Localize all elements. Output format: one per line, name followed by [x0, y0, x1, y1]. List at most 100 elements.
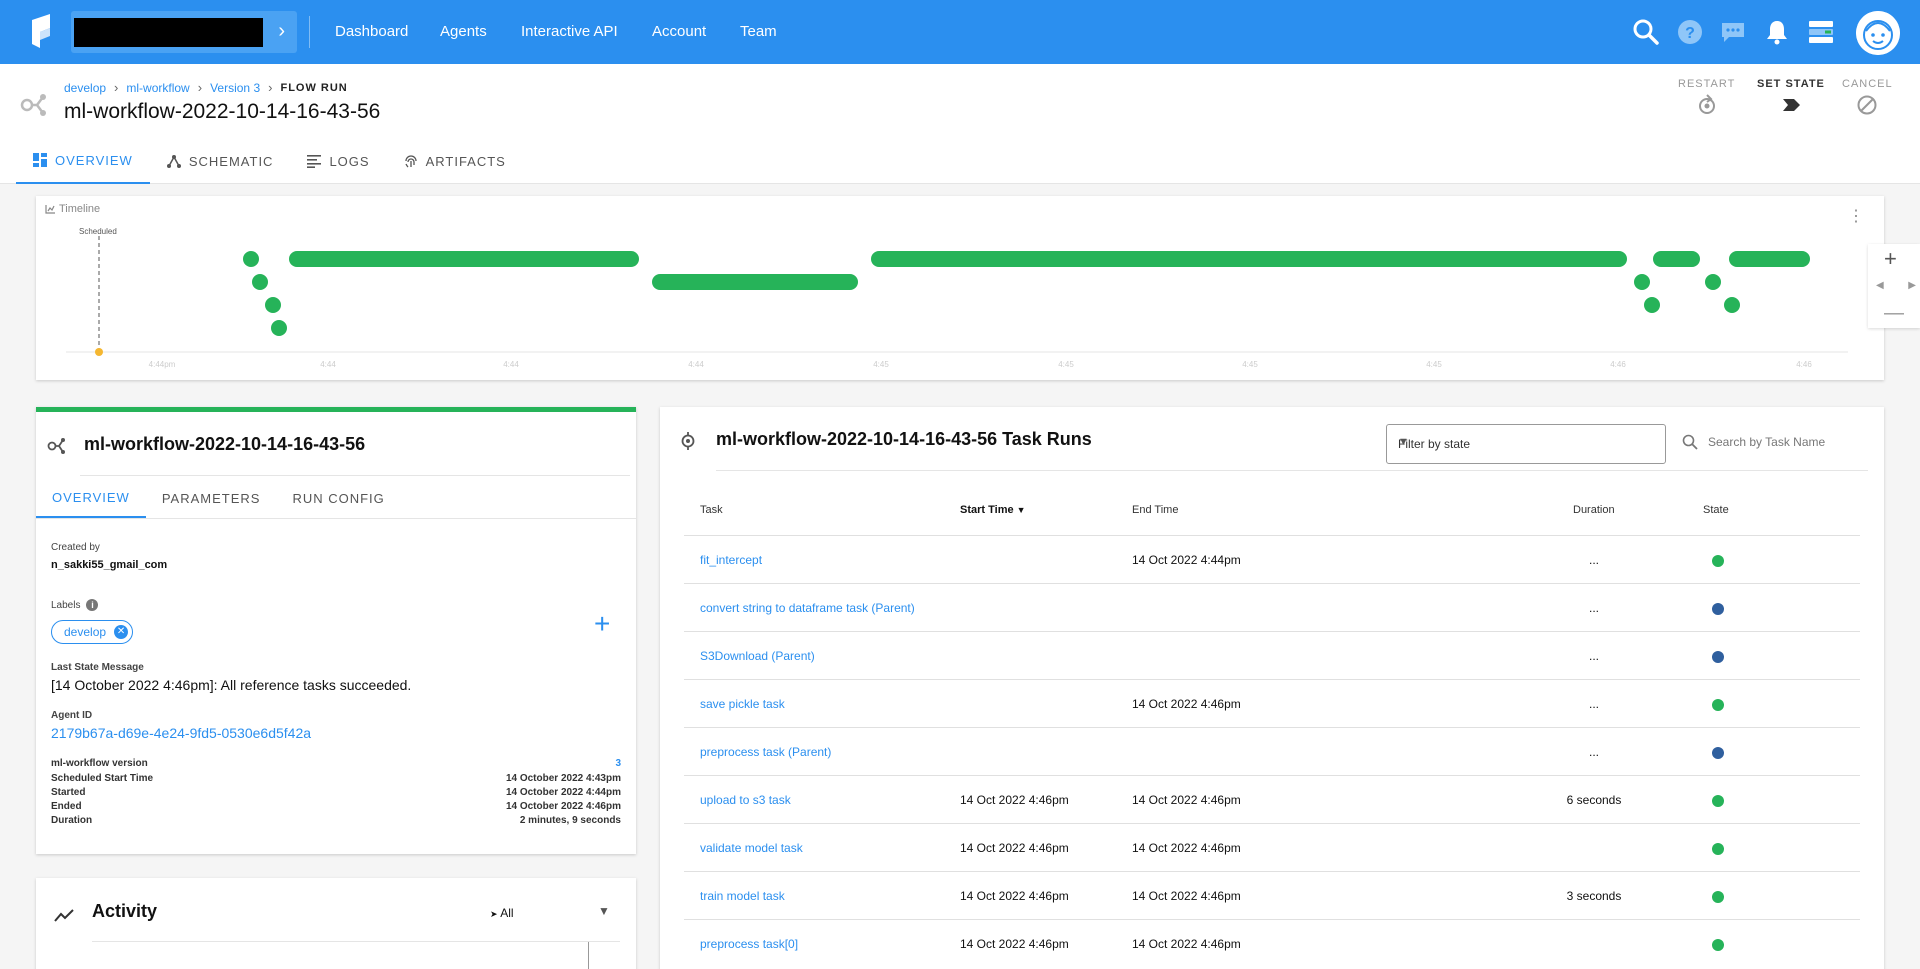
- last-state-label: Last State Message: [51, 662, 144, 673]
- nav-dashboard[interactable]: Dashboard: [335, 23, 408, 40]
- task-name-link[interactable]: upload to s3 task: [700, 793, 791, 807]
- schematic-icon: [166, 155, 181, 168]
- chat-icon[interactable]: [1719, 18, 1747, 46]
- search-icon[interactable]: [1632, 18, 1660, 46]
- task-name-link[interactable]: validate model task: [700, 841, 803, 855]
- task-name-link[interactable]: S3Download (Parent): [700, 649, 815, 663]
- table-row[interactable]: save pickle task 14 Oct 2022 4:46pm...: [684, 679, 1860, 727]
- task-state-indicator: [1712, 651, 1724, 663]
- dropdown-caret-icon[interactable]: ▼: [598, 904, 610, 918]
- task-bar: [1705, 274, 1721, 290]
- column-header-duration[interactable]: Duration: [1573, 504, 1615, 516]
- table-row[interactable]: upload to s3 task 14 Oct 2022 4:46pm 14 Oc…: [684, 775, 1860, 823]
- task-duration: ...: [1588, 601, 1599, 615]
- server-status-icon[interactable]: [1807, 18, 1835, 46]
- divider: [92, 941, 620, 942]
- zoom-out-icon[interactable]: —: [1884, 302, 1904, 325]
- task-name-link[interactable]: preprocess task[0]: [700, 937, 798, 951]
- label-chip[interactable]: develop ✕: [51, 620, 134, 644]
- restart-label: RESTART: [1678, 78, 1736, 90]
- task-runs-card: ml-workflow-2022-10-14-16-43-56 Task Run…: [660, 407, 1884, 969]
- filter-by-state-select[interactable]: Filter by state ▼: [1386, 424, 1666, 464]
- last-state-message: [14 October 2022 4:46pm]: All reference …: [51, 677, 412, 693]
- meta-value: 14 October 2022 4:43pm: [505, 773, 621, 784]
- restart-button[interactable]: RESTART: [1678, 78, 1735, 116]
- agent-id-link[interactable]: 2179b67a-d69e-4e24-9fd5-0530e6d5f42a: [51, 725, 311, 741]
- nav-team[interactable]: Team: [740, 23, 777, 40]
- timeline-tick-label: 4:45: [873, 360, 889, 369]
- tab-schematic[interactable]: SCHEMATIC: [150, 138, 291, 184]
- details-tab-parameters[interactable]: PARAMETERS: [146, 478, 277, 518]
- pan-right-icon[interactable]: ▶: [1908, 280, 1916, 291]
- table-row[interactable]: S3Download (Parent)...: [684, 631, 1860, 679]
- breadcrumb-project[interactable]: develop: [64, 81, 106, 95]
- user-avatar[interactable]: [1856, 11, 1900, 55]
- details-tab-run-config[interactable]: RUN CONFIG: [276, 478, 400, 518]
- meta-value: 14 October 2022 4:44pm: [505, 787, 621, 798]
- table-row[interactable]: preprocess task (Parent)...: [684, 727, 1860, 775]
- set-state-button[interactable]: SET STATE: [1757, 78, 1825, 116]
- task-bar: [1634, 274, 1650, 290]
- activity-filter[interactable]: ➤ All: [490, 906, 514, 920]
- more-vert-icon[interactable]: ⋮: [1848, 206, 1864, 226]
- table-row[interactable]: preprocess task[0] 14 Oct 2022 4:46pm 14 O…: [684, 919, 1860, 967]
- team-selector[interactable]: ›: [71, 11, 297, 53]
- table-row[interactable]: fit_intercept 14 Oct 2022 4:44pm...: [684, 535, 1860, 583]
- nav-interactive-api[interactable]: Interactive API: [521, 23, 618, 40]
- task-start-time: 14 Oct 2022 4:46pm: [960, 889, 1069, 903]
- details-tab-overview[interactable]: OVERVIEW: [36, 478, 146, 518]
- nav-agents[interactable]: Agents: [440, 23, 487, 40]
- meta-version-link[interactable]: 3: [615, 758, 621, 769]
- scheduled-label: Scheduled: [79, 227, 117, 236]
- tab-overview[interactable]: OVERVIEW: [16, 138, 150, 184]
- trending-icon: [54, 909, 74, 922]
- column-header-end-time[interactable]: End Time: [1132, 504, 1178, 516]
- activity-card: Activity ➤ All ▼: [36, 878, 636, 969]
- breadcrumb-version[interactable]: Version 3: [210, 81, 260, 95]
- column-header-state[interactable]: State: [1703, 504, 1729, 516]
- zoom-in-icon[interactable]: +: [1884, 246, 1897, 272]
- task-name-link[interactable]: convert string to dataframe task (Parent…: [700, 601, 915, 615]
- add-label-button[interactable]: +: [594, 608, 610, 640]
- breadcrumb-flow[interactable]: ml-workflow: [126, 81, 189, 95]
- activity-filter-value: All: [500, 906, 514, 920]
- timeline-chart[interactable]: 4:44pm 4:44 4:44 4:44 4:45 4:45 4:45 4:45 4:46 4:…: [36, 196, 1884, 380]
- task-end-time: 14 Oct 2022 4:46pm: [1132, 937, 1241, 951]
- table-row[interactable]: validate model task 14 Oct 2022 4:46pm 14 …: [684, 823, 1860, 871]
- timeline-zoom-controls: + ◀ ▶ —: [1868, 244, 1920, 328]
- nav-divider: [309, 16, 310, 48]
- task-bar: [265, 297, 281, 313]
- sort-desc-icon: ▼: [1016, 505, 1026, 515]
- help-icon[interactable]: ?: [1676, 18, 1704, 46]
- task-name-link[interactable]: fit_intercept: [700, 553, 762, 567]
- info-icon[interactable]: i: [86, 599, 99, 611]
- label-arrow-icon: ➤: [490, 909, 498, 919]
- block-icon: [1857, 95, 1877, 115]
- nav-account[interactable]: Account: [652, 23, 706, 40]
- chart-icon: [45, 204, 55, 214]
- remove-label-icon[interactable]: ✕: [114, 625, 129, 639]
- table-row[interactable]: train model task 14 Oct 2022 4:46pm 14 Oct…: [684, 871, 1860, 919]
- tab-logs-label: LOGS: [329, 153, 370, 169]
- timeline-tick-label: 4:45: [1426, 360, 1442, 369]
- task-state-indicator: [1712, 603, 1724, 615]
- column-header-task[interactable]: Task: [700, 504, 723, 516]
- meta-version-row: ml-workflow version 3: [51, 758, 621, 769]
- task-name-link[interactable]: preprocess task (Parent): [700, 745, 831, 759]
- pan-left-icon[interactable]: ◀: [1876, 280, 1884, 291]
- table-row[interactable]: convert string to dataframe task (Parent…: [684, 583, 1860, 631]
- tab-logs[interactable]: LOGS: [290, 138, 386, 184]
- cancel-button[interactable]: CANCEL: [1842, 78, 1893, 116]
- task-name-link[interactable]: save pickle task: [700, 697, 785, 711]
- notifications-bell-icon[interactable]: [1763, 18, 1791, 46]
- prefect-logo-icon[interactable]: [28, 14, 56, 50]
- task-bar: [1644, 297, 1660, 313]
- task-end-time: 14 Oct 2022 4:46pm: [1132, 841, 1241, 855]
- search-placeholder: Search by Task Name: [1708, 435, 1826, 449]
- column-header-start-time[interactable]: Start Time ▼: [960, 504, 1026, 516]
- task-search-input[interactable]: Search by Task Name: [1682, 434, 1825, 450]
- tab-artifacts[interactable]: ARTIFACTS: [387, 138, 523, 184]
- task-bar: [252, 274, 268, 290]
- task-name-link[interactable]: train model task: [700, 889, 785, 903]
- label-arrow-icon: [1782, 99, 1800, 111]
